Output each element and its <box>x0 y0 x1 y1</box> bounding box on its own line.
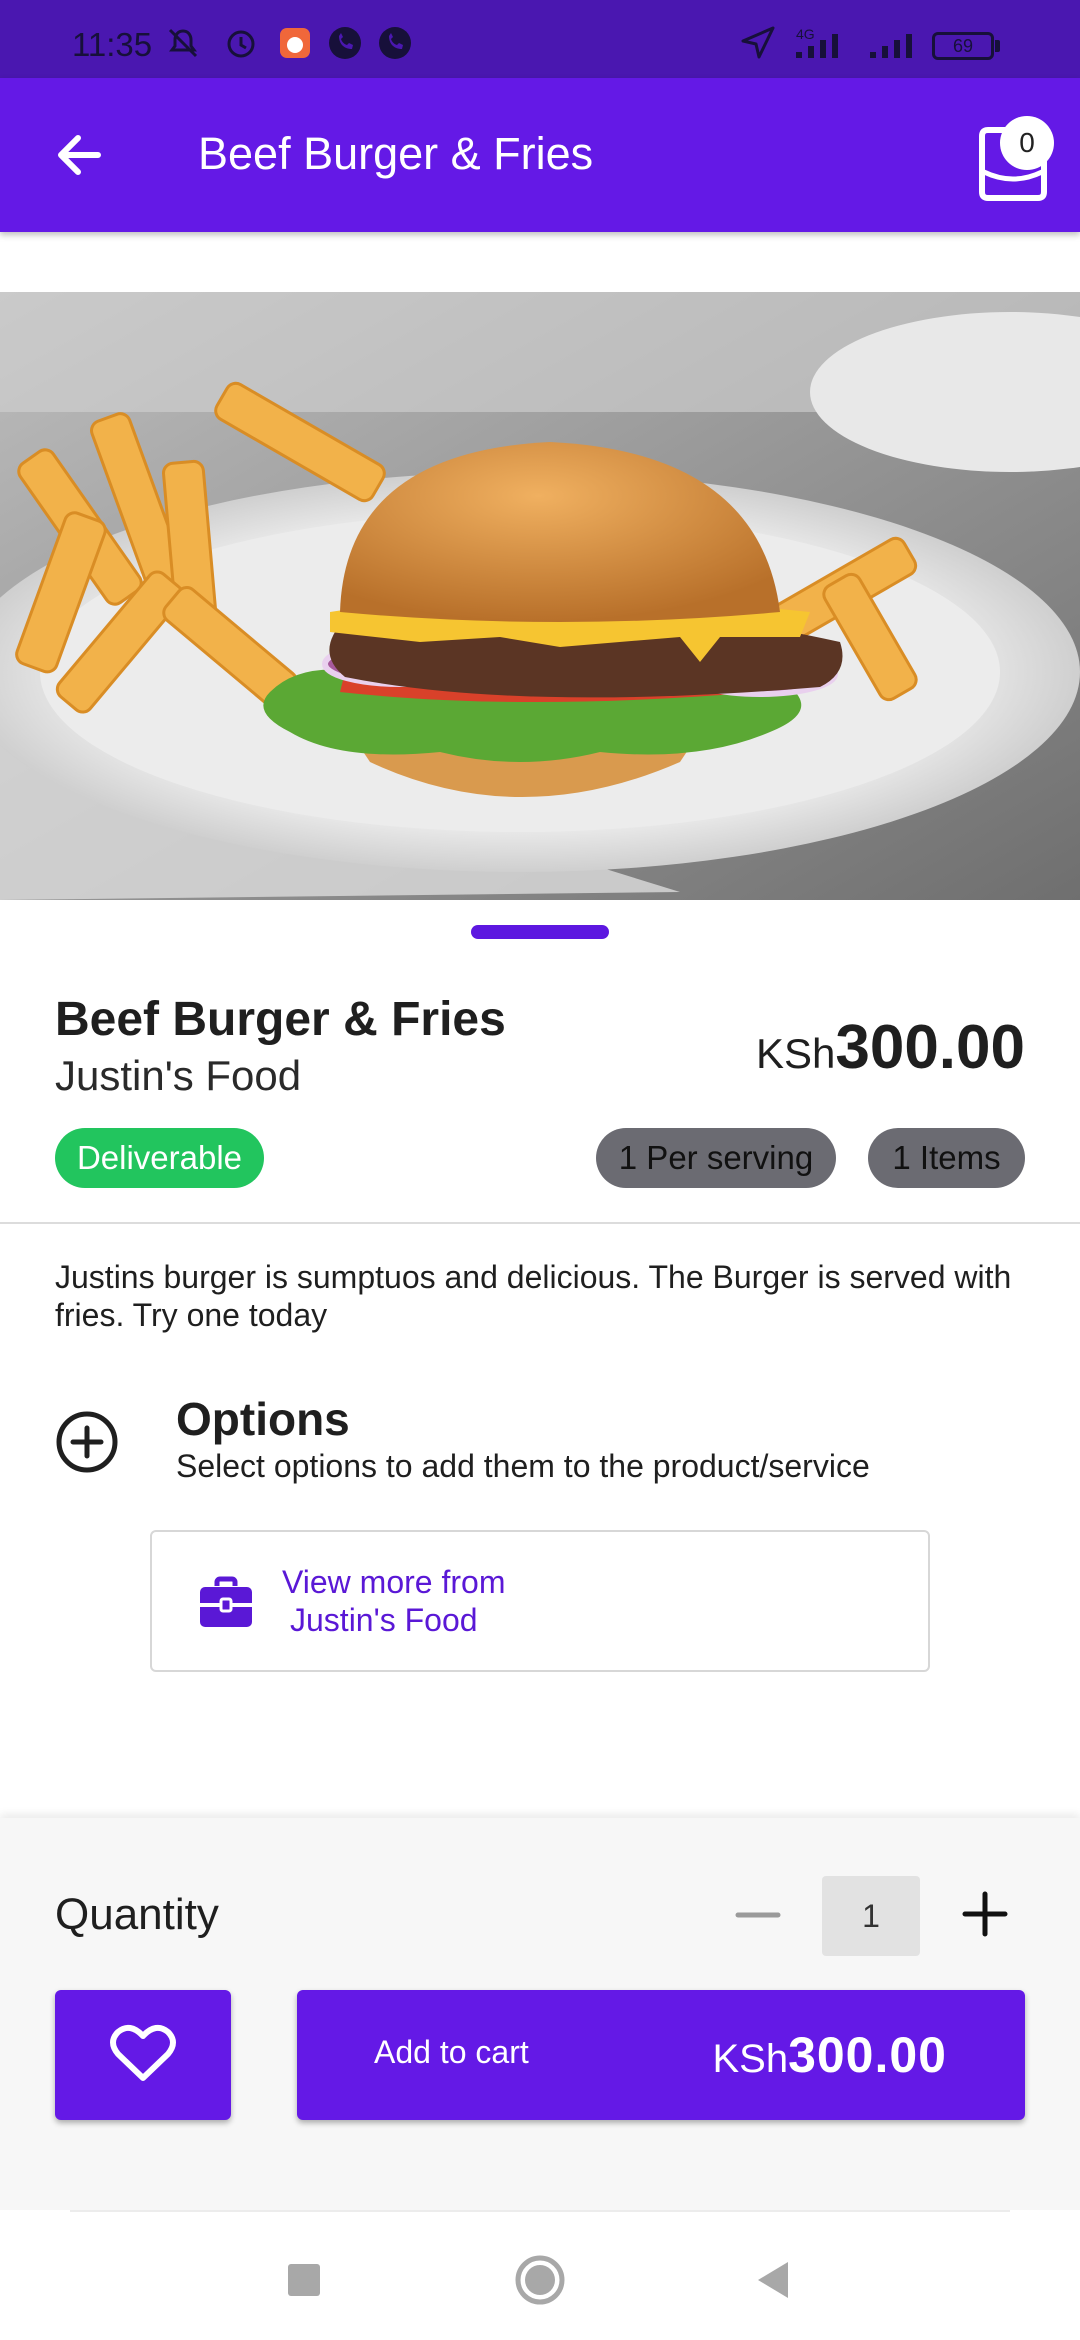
app-bar: Beef Burger & Fries 0 <box>0 78 1080 232</box>
product-description: Justins burger is sumptuos and delicious… <box>55 1259 1012 1333</box>
quantity-value[interactable]: 1 <box>822 1876 920 1956</box>
cart-count-badge: 0 <box>1000 116 1054 170</box>
signal-icon <box>796 34 838 58</box>
location-arrow-icon <box>741 26 775 59</box>
per-serving-badge: 1 Per serving <box>596 1128 836 1188</box>
add-circle-icon[interactable] <box>55 1410 119 1474</box>
app-notification-icon <box>280 28 310 58</box>
call-icon <box>329 27 361 59</box>
vendor-name: Justin's Food <box>55 1052 302 1099</box>
quantity-label: Quantity <box>55 1890 219 1939</box>
battery-level: 69 <box>952 36 974 56</box>
heart-icon <box>110 2024 176 2081</box>
back-triangle-icon[interactable] <box>744 2250 804 2310</box>
battery-tip <box>995 40 1000 52</box>
view-more-vendor: Justin's Food <box>290 1602 478 1638</box>
image-pager-indicator[interactable] <box>471 925 609 939</box>
add-to-cart-amount: 300.00 <box>788 2027 947 2083</box>
recent-apps-icon[interactable] <box>274 2250 334 2310</box>
plus-icon[interactable] <box>955 1884 1015 1944</box>
briefcase-icon <box>200 1576 252 1627</box>
price-amount: 300.00 <box>835 1013 1025 1082</box>
status-time: 11:35 <box>72 26 153 63</box>
items-badge: 1 Items <box>868 1128 1025 1188</box>
minus-icon[interactable] <box>728 1890 788 1940</box>
product-image <box>0 292 1080 900</box>
price-currency: KSh <box>755 1030 836 1077</box>
alarm-icon <box>227 30 255 58</box>
options-title: Options <box>176 1393 350 1445</box>
muted-bell-icon <box>168 28 198 58</box>
page-title: Beef Burger & Fries <box>198 128 594 179</box>
deliverable-badge: Deliverable <box>55 1128 264 1188</box>
home-icon[interactable] <box>510 2250 570 2310</box>
add-to-cart-currency: KSh <box>712 2037 789 2081</box>
arrow-left-icon[interactable] <box>48 123 112 187</box>
battery-icon: 69 <box>932 32 994 60</box>
options-subtitle: Select options to add them to the produc… <box>176 1448 870 1484</box>
call-icon-2 <box>379 27 411 59</box>
add-to-cart-label: Add to cart <box>374 2034 529 2070</box>
product-name: Beef Burger & Fries <box>55 993 506 1046</box>
favorite-button[interactable] <box>55 1990 231 2120</box>
system-nav-bar <box>0 2210 1080 2340</box>
signal-icon-2 <box>870 34 912 58</box>
view-more-label: View more from <box>282 1564 506 1600</box>
status-bar: 11:35 4G 69 <box>0 0 1080 78</box>
section-divider <box>0 1222 1080 1224</box>
add-to-cart-price: KSh300.00 <box>712 2026 947 2084</box>
add-to-cart-button[interactable]: Add to cart KSh300.00 <box>297 1990 1025 2120</box>
view-more-button[interactable]: View more from Justin's Food <box>150 1530 930 1672</box>
product-price: KSh300.00 <box>756 1012 1025 1083</box>
burger-and-fries-illustration <box>0 292 1080 900</box>
nav-separator <box>70 2210 1010 2212</box>
